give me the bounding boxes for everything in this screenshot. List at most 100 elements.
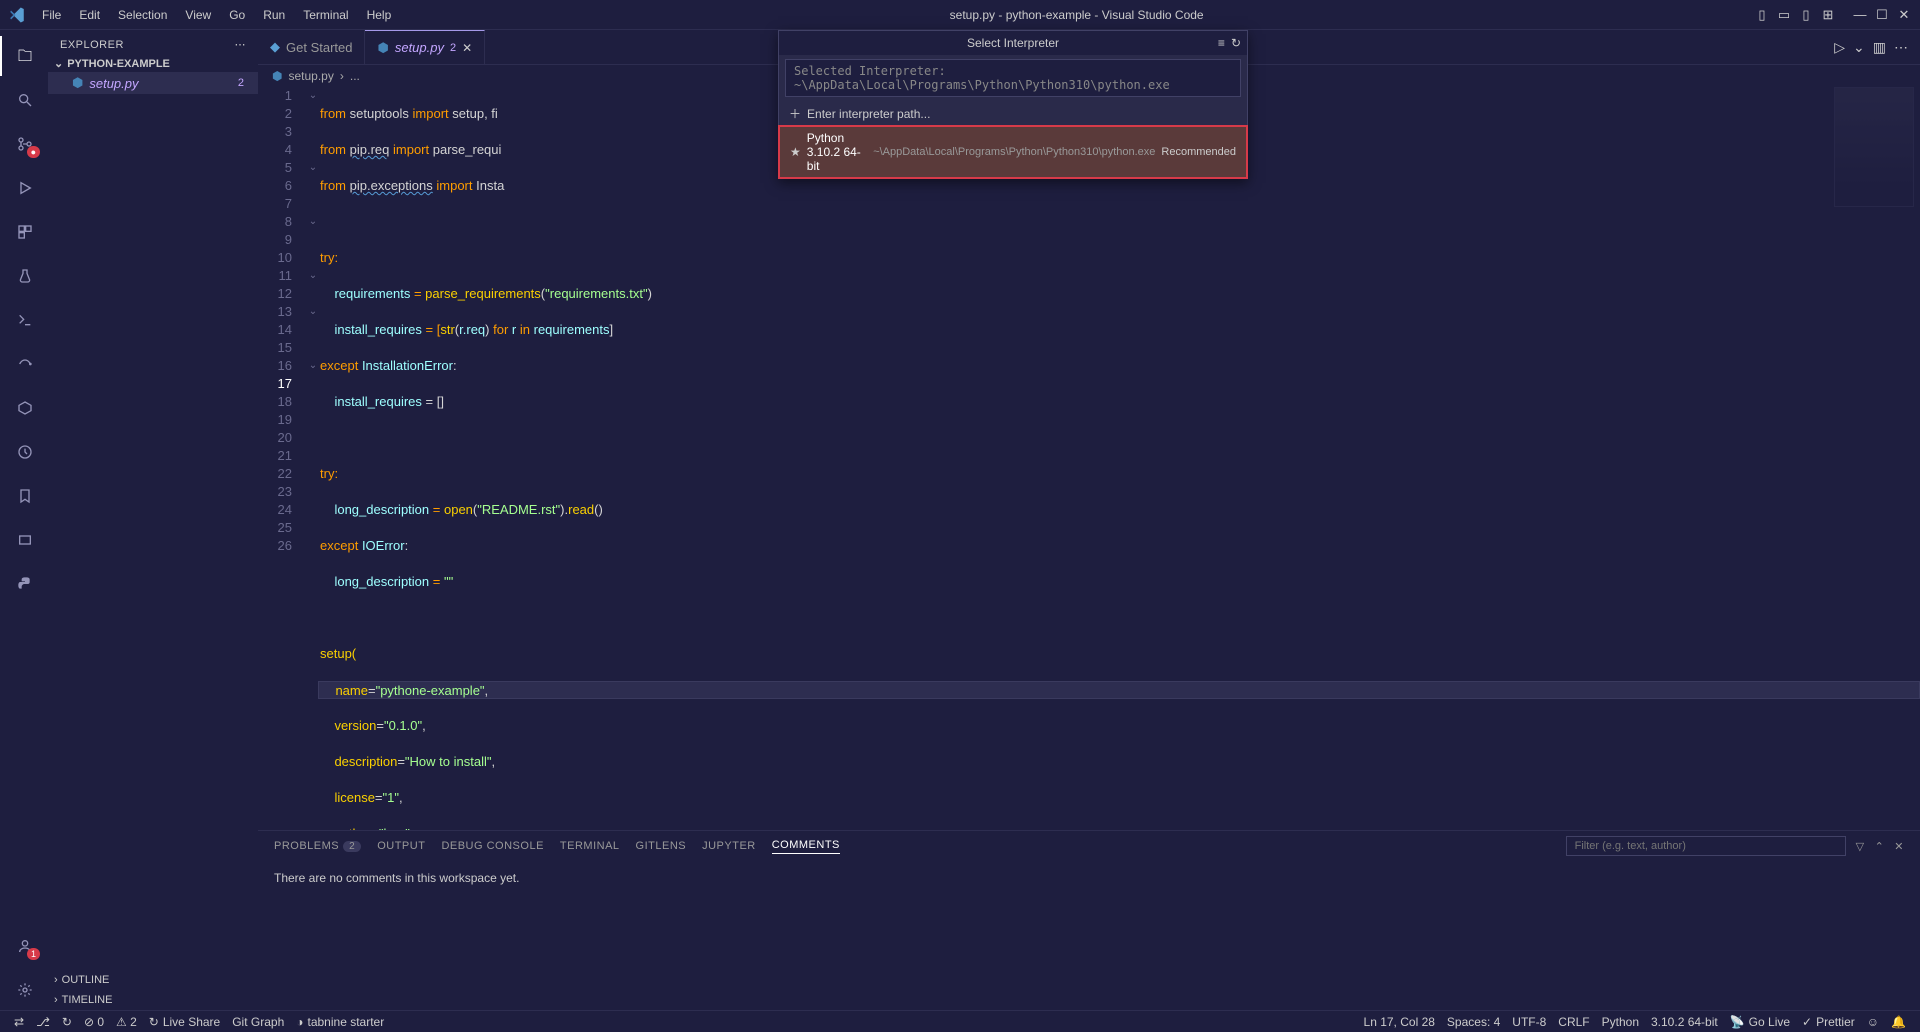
recommended-label: Recommended bbox=[1161, 146, 1236, 158]
breadcrumb-separator: › bbox=[340, 69, 344, 83]
menu-go[interactable]: Go bbox=[221, 4, 253, 26]
tab-label: Get Started bbox=[286, 40, 352, 55]
layout-sidebar-left-icon[interactable]: ▯ bbox=[1754, 7, 1770, 23]
status-tabnine[interactable]: ◑ tabnine starter bbox=[290, 1015, 390, 1029]
status-bell[interactable]: 🔔 bbox=[1885, 1015, 1912, 1029]
activity-source-control[interactable]: ● bbox=[0, 124, 48, 164]
python-file-icon: ⬢ bbox=[272, 69, 282, 83]
file-setup-py[interactable]: ⬢ setup.py 2 bbox=[48, 72, 258, 94]
activity-explorer[interactable] bbox=[0, 36, 48, 76]
outline-section[interactable]: ›OUTLINE bbox=[48, 970, 258, 990]
star-icon: ★ bbox=[790, 145, 801, 159]
panel-tab-comments[interactable]: COMMENTS bbox=[772, 839, 840, 854]
panel-tab-gitlens[interactable]: GITLENS bbox=[636, 840, 687, 852]
status-prettier[interactable]: ✓ Prettier bbox=[1796, 1015, 1861, 1029]
breadcrumb-more[interactable]: ... bbox=[350, 69, 360, 83]
menu-run[interactable]: Run bbox=[255, 4, 293, 26]
menu-selection[interactable]: Selection bbox=[110, 4, 175, 26]
activity-testing[interactable] bbox=[0, 256, 48, 296]
menu-help[interactable]: Help bbox=[359, 4, 400, 26]
problems-count: 2 bbox=[343, 841, 361, 852]
activity-search[interactable] bbox=[0, 80, 48, 120]
panel-tab-output[interactable]: OUTPUT bbox=[377, 840, 425, 852]
status-spaces[interactable]: Spaces: 4 bbox=[1441, 1015, 1506, 1029]
chevron-right-icon: › bbox=[54, 974, 58, 986]
layout-panel-icon[interactable]: ▭ bbox=[1776, 7, 1792, 23]
menu-file[interactable]: File bbox=[34, 4, 69, 26]
breadcrumb-file[interactable]: setup.py bbox=[288, 69, 333, 83]
status-remote[interactable]: ⇄ bbox=[8, 1015, 30, 1029]
more-actions-icon[interactable]: ⋯ bbox=[1894, 39, 1908, 56]
interpreter-option-python310[interactable]: ★ Python 3.10.2 64-bit ~\AppData\Local\P… bbox=[778, 125, 1248, 179]
status-eol[interactable]: CRLF bbox=[1552, 1015, 1595, 1029]
minimize-icon[interactable]: — bbox=[1852, 7, 1868, 23]
settings-icon[interactable]: ≡ bbox=[1218, 36, 1225, 50]
status-branch[interactable]: ⎇ bbox=[30, 1015, 56, 1029]
run-dropdown-icon[interactable]: ⌄ bbox=[1853, 39, 1865, 56]
status-errors[interactable]: ⊘ 0 bbox=[78, 1015, 110, 1029]
interpreter-search-input[interactable]: Selected Interpreter: ~\AppData\Local\Pr… bbox=[785, 59, 1241, 97]
activity-settings[interactable] bbox=[0, 970, 48, 1010]
panel-tab-problems[interactable]: PROBLEMS2 bbox=[274, 840, 361, 852]
file-modified-badge: 2 bbox=[238, 77, 250, 89]
menu-bar: File Edit Selection View Go Run Terminal… bbox=[34, 4, 399, 26]
status-interpreter[interactable]: 3.10.2 64-bit bbox=[1645, 1015, 1724, 1029]
project-section[interactable]: ⌄ PYTHON-EXAMPLE bbox=[48, 55, 258, 72]
more-icon[interactable]: ⋯ bbox=[235, 38, 247, 51]
status-feedback[interactable]: ☺ bbox=[1861, 1015, 1885, 1029]
enter-interpreter-path[interactable]: ＋ Enter interpreter path... bbox=[779, 101, 1247, 126]
split-editor-icon[interactable]: ▥ bbox=[1873, 39, 1886, 56]
comments-filter-input[interactable] bbox=[1566, 836, 1846, 856]
code-editor[interactable]: 12345 678910 1112131415 1617181920 21222… bbox=[258, 87, 1920, 830]
menu-view[interactable]: View bbox=[177, 4, 219, 26]
code-content[interactable]: from setuptools import setup, fi from pi… bbox=[320, 87, 1920, 830]
file-label: setup.py bbox=[89, 76, 138, 91]
tab-setup-py[interactable]: ⬢ setup.py 2 ✕ bbox=[365, 30, 485, 64]
status-encoding[interactable]: UTF-8 bbox=[1506, 1015, 1552, 1029]
chevron-right-icon: › bbox=[54, 994, 58, 1006]
status-cursor[interactable]: Ln 17, Col 28 bbox=[1358, 1015, 1441, 1029]
panel-tab-debug[interactable]: DEBUG CONSOLE bbox=[441, 840, 543, 852]
activity-python[interactable] bbox=[0, 564, 48, 604]
accounts-badge: 1 bbox=[27, 948, 40, 960]
menu-edit[interactable]: Edit bbox=[71, 4, 108, 26]
minimap[interactable] bbox=[1834, 87, 1914, 207]
activity-env[interactable] bbox=[0, 520, 48, 560]
activity-share[interactable] bbox=[0, 344, 48, 384]
bottom-panel: PROBLEMS2 OUTPUT DEBUG CONSOLE TERMINAL … bbox=[258, 830, 1920, 1010]
layout-sidebar-right-icon[interactable]: ▯ bbox=[1798, 7, 1814, 23]
panel-tab-jupyter[interactable]: JUPYTER bbox=[702, 840, 756, 852]
activity-extensions[interactable] bbox=[0, 212, 48, 252]
activity-bookmark[interactable] bbox=[0, 476, 48, 516]
status-language[interactable]: Python bbox=[1596, 1015, 1645, 1029]
panel-tab-terminal[interactable]: TERMINAL bbox=[560, 840, 620, 852]
timeline-section[interactable]: ›TIMELINE bbox=[48, 990, 258, 1010]
status-liveshare[interactable]: ↻ Live Share bbox=[143, 1015, 226, 1029]
explorer-sidebar: EXPLORER ⋯ ⌄ PYTHON-EXAMPLE ⬢ setup.py 2… bbox=[48, 30, 258, 1010]
status-sync[interactable]: ↻ bbox=[56, 1015, 78, 1029]
activity-run-debug[interactable] bbox=[0, 168, 48, 208]
activity-project[interactable] bbox=[0, 388, 48, 428]
status-golive[interactable]: 📡 Go Live bbox=[1724, 1015, 1796, 1029]
window-title: setup.py - python-example - Visual Studi… bbox=[399, 8, 1754, 22]
refresh-icon[interactable]: ↻ bbox=[1231, 36, 1241, 50]
tab-get-started[interactable]: ◆ Get Started bbox=[258, 30, 365, 64]
activity-bar: ● 1 bbox=[0, 30, 48, 1010]
status-warnings[interactable]: ⚠ 2 bbox=[110, 1015, 143, 1029]
activity-accounts[interactable]: 1 bbox=[0, 926, 48, 966]
line-numbers: 12345 678910 1112131415 1617181920 21222… bbox=[258, 87, 306, 830]
menu-terminal[interactable]: Terminal bbox=[295, 4, 356, 26]
layout-customize-icon[interactable]: ⊞ bbox=[1820, 7, 1836, 23]
close-panel-icon[interactable]: ✕ bbox=[1894, 840, 1904, 853]
close-icon[interactable]: ✕ bbox=[1896, 7, 1912, 23]
activity-clock[interactable] bbox=[0, 432, 48, 472]
quickpick-title: Select Interpreter bbox=[967, 36, 1059, 50]
status-gitgraph[interactable]: Git Graph bbox=[226, 1015, 290, 1029]
close-tab-icon[interactable]: ✕ bbox=[462, 41, 472, 55]
run-icon[interactable]: ▷ bbox=[1834, 39, 1845, 56]
filter-icon[interactable]: ▽ bbox=[1856, 840, 1865, 853]
maximize-icon[interactable]: ☐ bbox=[1874, 7, 1890, 23]
maximize-panel-icon[interactable]: ⌃ bbox=[1875, 840, 1885, 853]
activity-remote[interactable] bbox=[0, 300, 48, 340]
fold-gutter: ⌄⌄ ⌄ ⌄⌄ ⌄ bbox=[306, 87, 320, 830]
